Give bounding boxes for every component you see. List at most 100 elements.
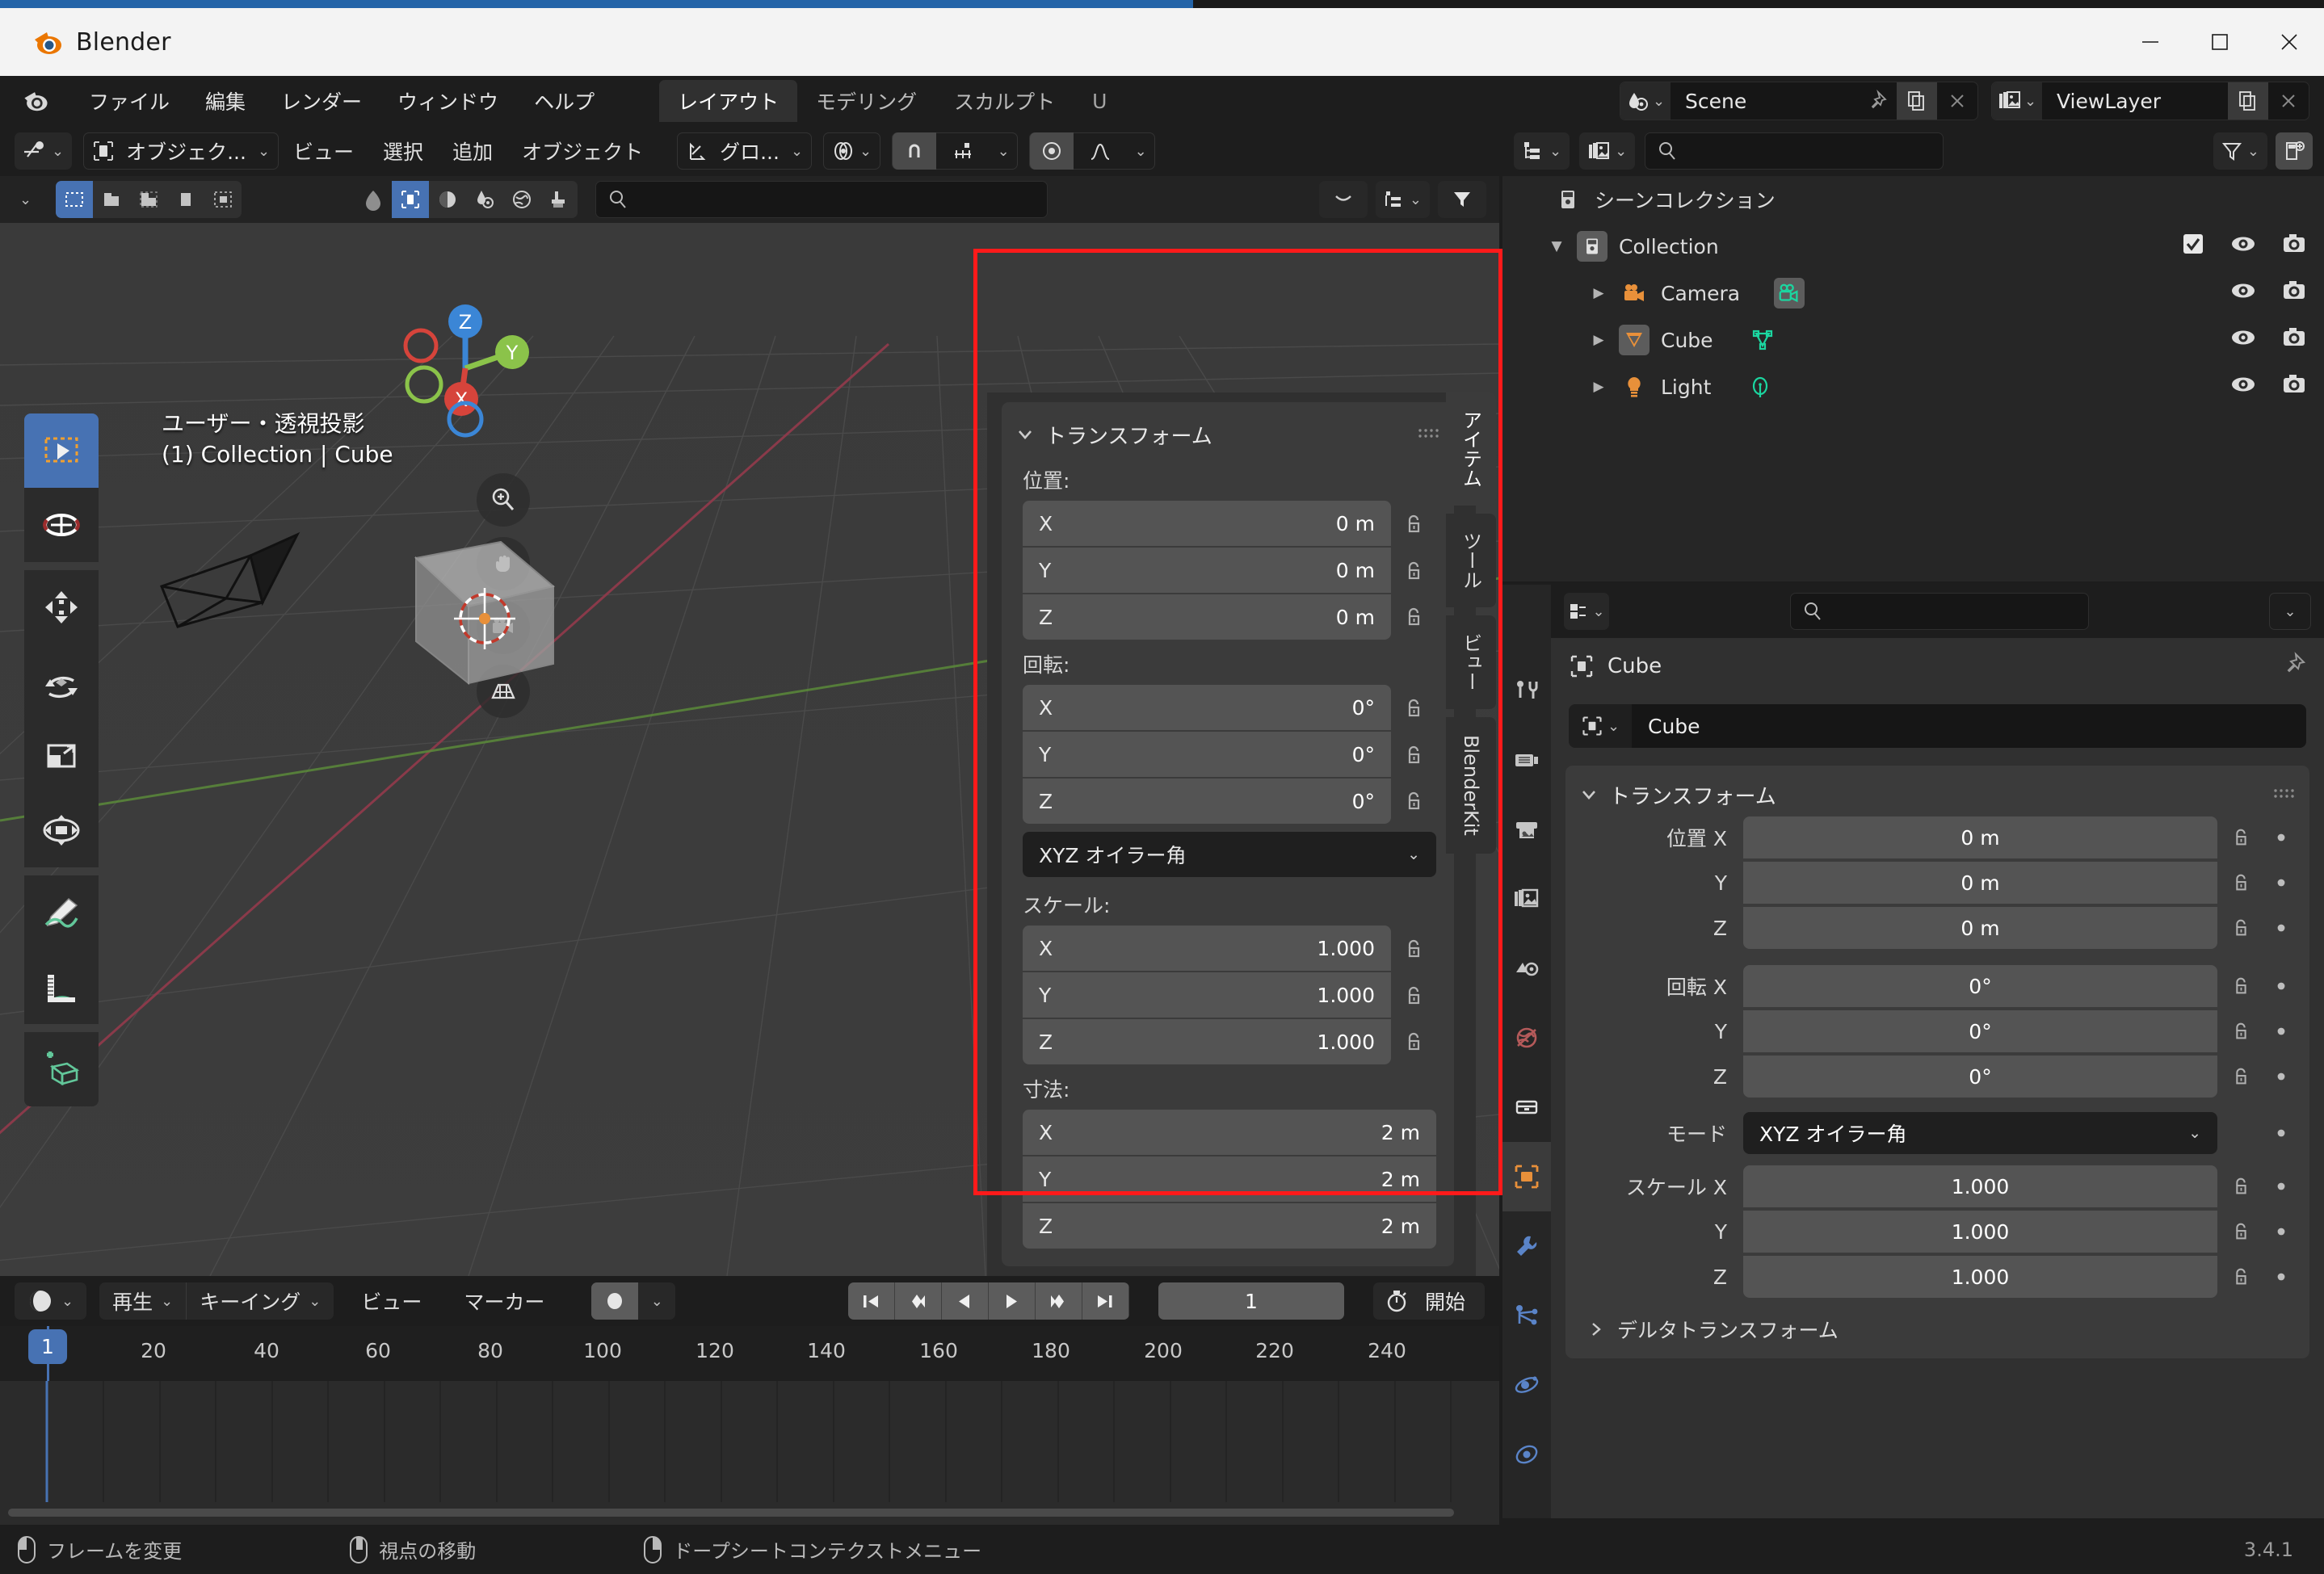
navigation-gizmo[interactable]: Z Y X [385, 288, 546, 449]
select-difference-icon[interactable] [204, 181, 242, 218]
prev-keyframe-icon[interactable] [894, 1282, 942, 1320]
timeline-menu-keying[interactable]: キーイング ⌄ [186, 1282, 334, 1320]
prop-animate-rotation-x-icon[interactable] [2264, 980, 2298, 993]
object-datablock-icon[interactable]: ⌄ [1569, 704, 1632, 748]
outliner-filter-icon[interactable]: ⌄ [2213, 132, 2267, 170]
pivot-point-selector[interactable]: ⌄ [823, 132, 881, 170]
snap-toggle-icon[interactable] [893, 132, 937, 170]
prop-lock-location-z-icon[interactable] [2217, 917, 2264, 939]
shading-rendered-icon[interactable] [503, 181, 541, 218]
outliner-row-light[interactable]: ▶ Light [1502, 363, 2324, 410]
viewlayer-delete-icon[interactable] [2268, 82, 2309, 120]
lock-location-y-icon[interactable] [1391, 559, 1436, 583]
properties-tab-constraint[interactable] [1502, 1420, 1551, 1489]
xray-toggle-icon[interactable] [355, 181, 392, 218]
properties-tab-physics[interactable] [1502, 1350, 1551, 1420]
light-visibility-eye-icon[interactable] [2230, 371, 2256, 402]
rotation-z-field[interactable]: Z 0° [1023, 779, 1391, 824]
auto-keying-icon[interactable] [591, 1282, 639, 1320]
dimension-z-field[interactable]: Z2 m [1023, 1203, 1436, 1249]
collection-render-camera-icon[interactable] [2282, 232, 2306, 261]
lock-location-z-icon[interactable] [1391, 605, 1436, 629]
falloff-curve-icon[interactable] [1078, 132, 1122, 170]
properties-editor-type-icon[interactable]: ⌄ [1564, 593, 1609, 630]
snap-group[interactable]: ⌄ [892, 132, 1019, 170]
maximize-button[interactable] [2185, 8, 2255, 76]
scale-tool-icon[interactable] [24, 719, 99, 793]
prop-field-scale-x[interactable]: 1.000 [1743, 1165, 2217, 1207]
prop-field-location-y[interactable]: 0 m [1743, 862, 2217, 904]
properties-tab-particles[interactable] [1502, 1281, 1551, 1350]
transform-tool-icon[interactable] [24, 793, 99, 867]
panel-grip-icon[interactable] [1417, 426, 1439, 443]
prop-field-location-z[interactable]: 0 m [1743, 907, 2217, 949]
auto-keying-group[interactable]: ⌄ [591, 1282, 676, 1320]
light-data-icon[interactable] [1745, 371, 1776, 402]
view-layer-filter-icon[interactable]: ⌄ [1375, 181, 1430, 218]
select-subtract-icon[interactable] [130, 181, 168, 218]
start-frame-group[interactable]: 開始 [1372, 1282, 1485, 1320]
tab-modeling[interactable]: モデリング [797, 80, 935, 122]
play-reverse-icon[interactable] [941, 1282, 989, 1320]
expand-triangle-icon[interactable]: ▶ [1590, 379, 1607, 395]
timeline-editor-type-button[interactable]: ⌄ [15, 1282, 87, 1320]
location-y-field[interactable]: Y0 m [1023, 548, 1391, 593]
lock-rotation-y-icon[interactable] [1391, 743, 1436, 767]
proportional-edit-icon[interactable] [1030, 132, 1074, 170]
shading-mode-group[interactable] [355, 181, 578, 218]
outliner-row-camera[interactable]: ▶ Camera [1502, 270, 2324, 317]
prop-lock-location-x-icon[interactable] [2217, 826, 2264, 849]
jump-end-icon[interactable] [1082, 1282, 1129, 1320]
editor-type-selector[interactable]: ⌄ [15, 132, 73, 170]
scale-z-field[interactable]: Z 1.000 [1023, 1019, 1391, 1064]
annotate-tool-icon[interactable] [24, 875, 99, 950]
interaction-mode-selector[interactable]: オブジェク... ⌄ [83, 132, 279, 170]
prop-animate-location-z-icon[interactable] [2264, 921, 2298, 934]
menu-help[interactable]: ヘルプ [516, 82, 612, 120]
overlay-dropdown-icon[interactable] [1318, 181, 1368, 218]
prop-animate-scale-z-icon[interactable] [2264, 1270, 2298, 1283]
transform-panel-header[interactable]: トランスフォーム [1002, 413, 1454, 455]
move-tool-icon[interactable] [24, 570, 99, 644]
select-mode-group[interactable] [56, 181, 242, 218]
properties-tab-output[interactable] [1502, 795, 1551, 864]
shading-wireframe-icon[interactable] [392, 181, 430, 218]
prop-field-rotation-mode[interactable]: XYZ オイラー角 ⌄ [1743, 1112, 2217, 1154]
filter-icon[interactable] [1438, 181, 1486, 218]
properties-options-dropdown[interactable]: ⌄ [2269, 593, 2311, 630]
object-name-value[interactable]: Cube [1632, 704, 2306, 748]
properties-search-input[interactable] [1789, 593, 2089, 630]
menu-edit[interactable]: 編集 [187, 82, 263, 120]
prop-field-location-x[interactable]: 0 m [1743, 816, 2217, 858]
viewport-3d[interactable]: ⌄ オブジェク... ⌄ ビュー 選択 追加 オブジェクト グロ... ⌄ ⌄ … [0, 126, 1499, 1276]
tab-uvediting[interactable]: U [1074, 83, 1111, 120]
transform-orientation-selector[interactable]: グロ... ⌄ [677, 132, 813, 170]
outliner-row-cube[interactable]: ▶ Cube [1502, 317, 2324, 363]
sidebar-tab-tool[interactable]: ツール [1446, 514, 1496, 607]
outliner-search-input[interactable] [1645, 132, 1944, 170]
select-box-icon[interactable] [56, 181, 94, 218]
location-x-field[interactable]: X0 m [1023, 501, 1391, 546]
blender-menu-icon[interactable] [18, 83, 53, 119]
properties-tab-render[interactable] [1502, 725, 1551, 795]
viewlayer-new-icon[interactable] [2228, 82, 2268, 120]
timeline-menu-playback[interactable]: 再生 ⌄ [99, 1282, 186, 1320]
object-type-dropdown[interactable]: ⌄ [11, 181, 40, 218]
shading-solid-icon[interactable] [429, 181, 467, 218]
lock-rotation-x-icon[interactable] [1391, 696, 1436, 720]
prop-lock-rotation-z-icon[interactable] [2217, 1065, 2264, 1088]
prop-field-rotation-y[interactable]: 0° [1743, 1010, 2217, 1052]
prop-animate-location-y-icon[interactable] [2264, 876, 2298, 889]
viewport-menu-view[interactable]: ビュー [279, 132, 368, 170]
outliner-row-collection[interactable]: ▼ Collection [1502, 223, 2324, 270]
menu-file[interactable]: ファイル [71, 82, 187, 120]
collection-visibility-eye-icon[interactable] [2230, 231, 2256, 262]
camera-data-icon[interactable] [1774, 278, 1805, 309]
scene-name[interactable]: Scene [1671, 90, 1856, 113]
prop-lock-scale-z-icon[interactable] [2217, 1265, 2264, 1288]
properties-editor[interactable]: ⌄ ⌄ Cube ⌄ Cube トランスフォーム 位置 X 0 m Y 0 m … [1502, 585, 2324, 1518]
timeline-body[interactable] [0, 1381, 1499, 1525]
expand-triangle-icon[interactable]: ▶ [1590, 285, 1607, 301]
prop-animate-location-x-icon[interactable] [2264, 831, 2298, 844]
lock-scale-x-icon[interactable] [1391, 937, 1436, 961]
